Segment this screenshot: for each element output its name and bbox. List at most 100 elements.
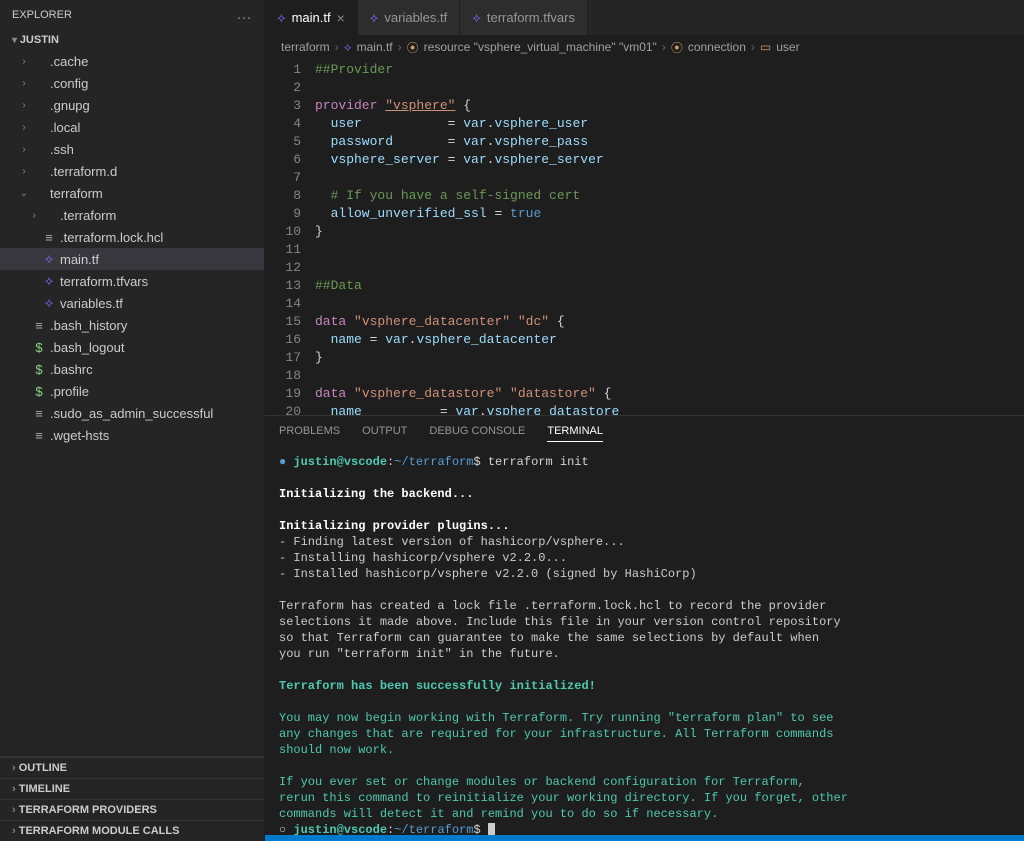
code-line[interactable]: vsphere_server = var.vsphere_server (315, 151, 1024, 169)
breadcrumb-segment[interactable]: connection (688, 40, 746, 54)
code-line[interactable]: ##Provider (315, 61, 1024, 79)
breadcrumb-segment[interactable]: user (776, 40, 799, 54)
line-number: 17 (265, 349, 301, 367)
symbol-variable-icon: ▭ (760, 40, 771, 54)
code-line[interactable] (315, 241, 1024, 259)
code-line[interactable]: } (315, 223, 1024, 241)
terminal-line[interactable]: ○ justin@vscode:~/terraform$ (279, 822, 1010, 835)
tree-item-terraformtfvars[interactable]: ⟡terraform.tfvars (0, 270, 264, 292)
tree-item-label: main.tf (60, 252, 99, 267)
breadcrumb-segment[interactable]: main.tf (357, 40, 393, 54)
tab-variables-tf[interactable]: ⟡variables.tf (358, 0, 460, 35)
tree-item-local[interactable]: › .local (0, 116, 264, 138)
file-icon: ≡ (30, 406, 48, 421)
terminal-line: so that Terraform can guarantee to make … (279, 630, 1010, 646)
tree-item-label: .wget-hsts (50, 428, 109, 443)
sidebar-panel-terraform-module-calls[interactable]: TERRAFORM MODULE CALLS (0, 820, 264, 841)
tree-item-maintf[interactable]: ⟡main.tf (0, 248, 264, 270)
tree-item-ssh[interactable]: ›.ssh (0, 138, 264, 160)
sidebar-panel-terraform-providers[interactable]: TERRAFORM PROVIDERS (0, 799, 264, 820)
terminal-line (279, 758, 1010, 774)
status-bar[interactable] (265, 835, 1024, 841)
line-number: 1 (265, 61, 301, 79)
chevron-icon: › (18, 122, 30, 133)
code-line[interactable]: data "vsphere_datastore" "datastore" { (315, 385, 1024, 403)
terminal-line: If you ever set or change modules or bac… (279, 774, 1010, 790)
code-line[interactable]: allow_unverified_ssl = true (315, 205, 1024, 223)
more-icon[interactable]: … (236, 6, 252, 24)
tree-item-gnupg[interactable]: ›.gnupg (0, 94, 264, 116)
tree-item-terraform[interactable]: ⌄terraform (0, 182, 264, 204)
code-line[interactable]: user = var.vsphere_user (315, 115, 1024, 133)
line-number: 16 (265, 331, 301, 349)
code-line[interactable]: data "vsphere_datacenter" "dc" { (315, 313, 1024, 331)
tab-label: terraform.tfvars (487, 10, 575, 25)
tree-item-terraformlockhcl[interactable]: ≡.terraform.lock.hcl (0, 226, 264, 248)
terminal-line: ● justin@vscode:~/terraform$ terraform i… (279, 454, 1010, 470)
tree-item-terraformd[interactable]: ›.terraform.d (0, 160, 264, 182)
tab-main-tf[interactable]: ⟡main.tf× (265, 0, 358, 35)
tree-item-label: .local (50, 120, 80, 135)
tab-terraform-tfvars[interactable]: ⟡terraform.tfvars (460, 0, 588, 35)
terminal-line: - Installed hashicorp/vsphere v2.2.0 (si… (279, 566, 1010, 582)
tree-item-label: .cache (50, 54, 88, 69)
tree-item-sudo_as_admin_successful[interactable]: ≡.sudo_as_admin_successful (0, 402, 264, 424)
project-name[interactable]: JUSTIN (0, 30, 264, 50)
tree-item-variablestf[interactable]: ⟡variables.tf (0, 292, 264, 314)
tree-item-label: .bash_history (50, 318, 127, 333)
tree-item-bash_logout[interactable]: $.bash_logout (0, 336, 264, 358)
tree-item-terraform[interactable]: ›.terraform (0, 204, 264, 226)
chevron-icon: › (18, 100, 30, 111)
line-number: 3 (265, 97, 301, 115)
terminal-line: You may now begin working with Terraform… (279, 710, 1010, 726)
code-line[interactable]: # If you have a self-signed cert (315, 187, 1024, 205)
panel-tab-terminal[interactable]: TERMINAL (547, 421, 603, 442)
explorer-title: EXPLORER (12, 9, 72, 21)
line-number: 18 (265, 367, 301, 385)
tree-item-cache[interactable]: ›.cache (0, 50, 264, 72)
tree-item-config[interactable]: ›.config (0, 72, 264, 94)
terminal-line: - Finding latest version of hashicorp/vs… (279, 534, 1010, 550)
sidebar-panel-outline[interactable]: OUTLINE (0, 757, 264, 778)
code-line[interactable] (315, 367, 1024, 385)
panel-tab-output[interactable]: OUTPUT (362, 421, 407, 441)
tree-item-bashrc[interactable]: $.bashrc (0, 358, 264, 380)
tree-item-profile[interactable]: $.profile (0, 380, 264, 402)
line-number: 5 (265, 133, 301, 151)
symbol-object-icon: ⦿ (671, 39, 683, 56)
code-line[interactable]: password = var.vsphere_pass (315, 133, 1024, 151)
breadcrumb-segment[interactable]: terraform (281, 40, 330, 54)
terminal[interactable]: ● justin@vscode:~/terraform$ terraform i… (265, 446, 1024, 835)
code-line[interactable]: name = var.vsphere_datastore (315, 403, 1024, 415)
line-number: 11 (265, 241, 301, 259)
code-line[interactable] (315, 295, 1024, 313)
code-line[interactable]: } (315, 349, 1024, 367)
cursor-icon (488, 823, 495, 835)
line-number: 14 (265, 295, 301, 313)
terminal-line (279, 502, 1010, 518)
shell-icon: $ (30, 384, 48, 399)
tree-item-bash_history[interactable]: ≡.bash_history (0, 314, 264, 336)
close-icon[interactable]: × (337, 10, 345, 26)
editor[interactable]: 123456789101112131415161718192021 ##Prov… (265, 59, 1024, 415)
line-number: 2 (265, 79, 301, 97)
code-line[interactable] (315, 259, 1024, 277)
code-area[interactable]: ##Provider provider "vsphere" { user = v… (315, 59, 1024, 415)
panel-tab-problems[interactable]: PROBLEMS (279, 421, 340, 441)
tree-item-label: .sudo_as_admin_successful (50, 406, 213, 421)
line-number: 12 (265, 259, 301, 277)
code-line[interactable]: ##Data (315, 277, 1024, 295)
tree-item-wget-hsts[interactable]: ≡.wget-hsts (0, 424, 264, 446)
chevron-right-icon: › (662, 40, 666, 54)
code-line[interactable] (315, 169, 1024, 187)
tree-item-label: .terraform.lock.hcl (60, 230, 163, 245)
chevron-right-icon: › (398, 40, 402, 54)
tree-item-label: .terraform (60, 208, 116, 223)
code-line[interactable] (315, 79, 1024, 97)
panel-tab-debug-console[interactable]: DEBUG CONSOLE (429, 421, 525, 441)
breadcrumb-segment[interactable]: resource "vsphere_virtual_machine" "vm01… (424, 40, 657, 54)
code-line[interactable]: name = var.vsphere_datacenter (315, 331, 1024, 349)
sidebar-panel-timeline[interactable]: TIMELINE (0, 778, 264, 799)
bottom-panel: PROBLEMS OUTPUT DEBUG CONSOLE TERMINAL ● ju… (265, 415, 1024, 835)
code-line[interactable]: provider "vsphere" { (315, 97, 1024, 115)
